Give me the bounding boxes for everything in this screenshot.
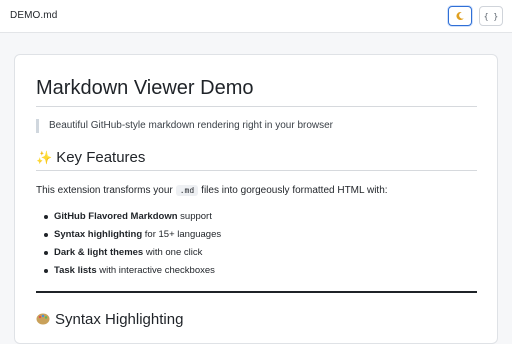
list-item-bold: Task lists xyxy=(54,265,97,276)
intro-text-end: files into gorgeously formatted HTML wit… xyxy=(201,185,388,196)
list-item-text: with interactive checkboxes xyxy=(96,265,215,276)
intro-paragraph: This extension transforms your .md files i… xyxy=(36,184,477,198)
page-title: Markdown Viewer Demo xyxy=(36,77,477,107)
list-item: Syntax highlighting for 15+ languages xyxy=(43,226,222,244)
moon-icon xyxy=(456,11,464,20)
markdown-document: Markdown Viewer Demo Beautiful GitHub-st… xyxy=(14,54,498,344)
blockquote: Beautiful GitHub-style markdown renderin… xyxy=(36,119,333,133)
palette-icon xyxy=(36,313,50,325)
list-item: Task lists with interactive checkboxes xyxy=(43,262,221,280)
horizontal-rule xyxy=(36,291,477,293)
list-item-bold: Syntax highlighting xyxy=(54,229,143,240)
file-name: DEMO.md xyxy=(10,10,58,21)
raw-view-button[interactable]: { } xyxy=(479,6,503,26)
intro-text-start: This extension transforms your xyxy=(36,185,173,196)
list-item-bold: Dark & light themes xyxy=(54,247,144,258)
features-heading: ✨ Key Features xyxy=(36,149,477,171)
list-item: GitHub Flavored Markdown support xyxy=(43,208,221,226)
theme-toggle-button[interactable] xyxy=(448,6,472,26)
list-item-text: with one click xyxy=(143,247,203,258)
list-item: Dark & light themes with one click xyxy=(43,244,221,262)
syntax-heading: Syntax Highlighting xyxy=(36,311,477,332)
list-item-text: for 15+ languages xyxy=(142,229,222,240)
features-heading-text: Key Features xyxy=(56,149,146,166)
top-toolbar: DEMO.md { } xyxy=(0,0,512,33)
list-item-text: support xyxy=(177,211,212,222)
features-list: GitHub Flavored Markdown support Syntax … xyxy=(43,208,222,280)
sparkles-icon: ✨ xyxy=(36,150,53,165)
list-item-bold: GitHub Flavored Markdown xyxy=(54,211,178,222)
inline-code: .md xyxy=(175,185,199,196)
